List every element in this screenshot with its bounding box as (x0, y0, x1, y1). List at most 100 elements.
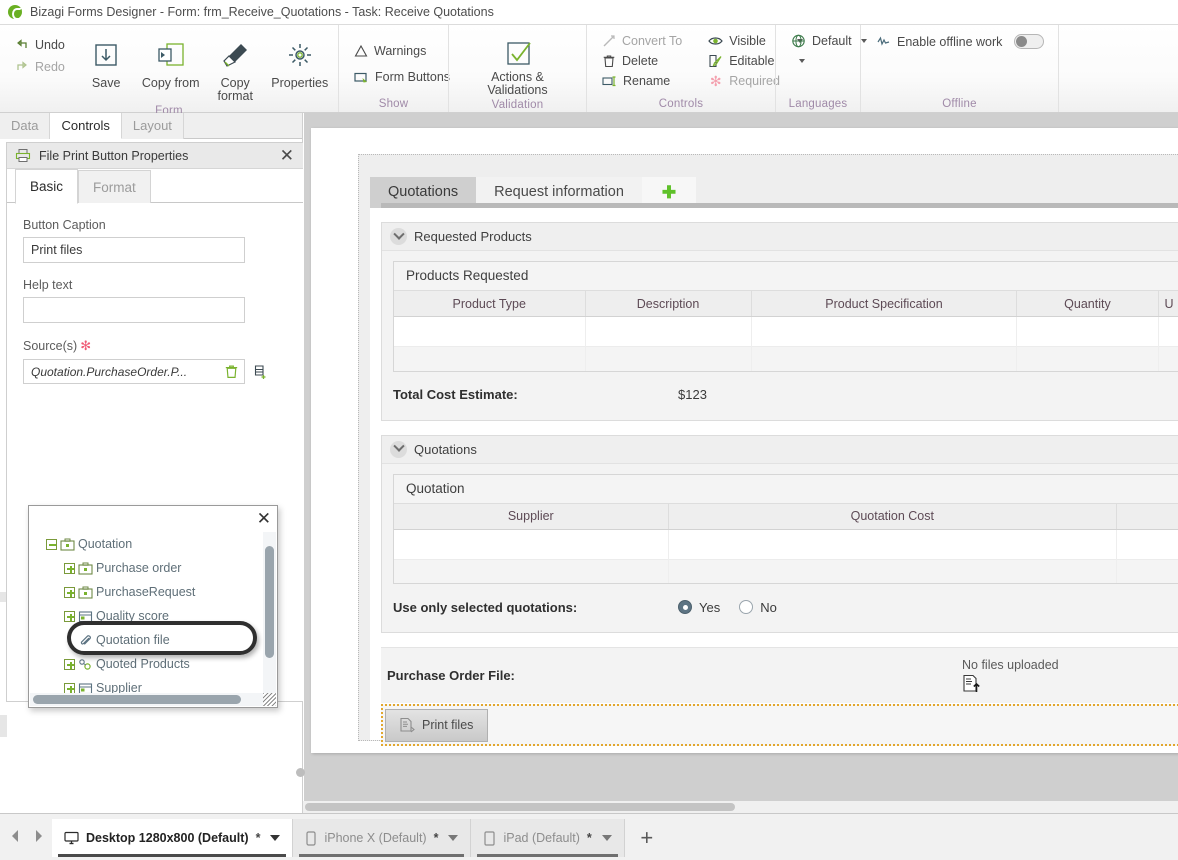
rename-button[interactable]: Rename (599, 73, 685, 89)
tree-vertical-scrollbar[interactable] (263, 532, 276, 693)
asterisk-icon: ✻ (709, 73, 722, 89)
device-tab-desktop[interactable]: Desktop 1280x800 (Default) * (52, 819, 294, 857)
chevron-down-icon[interactable] (390, 440, 407, 458)
tree-node-supplier[interactable]: Supplier (46, 676, 263, 693)
help-text-input[interactable] (23, 297, 245, 323)
checkmark-box-icon (503, 37, 533, 71)
controls-stack-1: Convert To Delete Rename (593, 29, 691, 89)
device-tab-ipad[interactable]: iPad (Default) * (471, 819, 625, 857)
print-files-button[interactable]: Print files (385, 708, 488, 742)
purchase-order-file-row: Purchase Order File: No files uploaded (381, 647, 1178, 703)
tab-controls[interactable]: Controls (50, 113, 122, 139)
total-cost-estimate-row: Total Cost Estimate: $123 (382, 377, 1178, 412)
cell (1116, 558, 1178, 583)
radio-yes[interactable] (678, 600, 692, 614)
arrow-left-icon[interactable] (6, 825, 24, 847)
add-data-icon[interactable] (252, 364, 268, 380)
cell (394, 346, 586, 371)
resize-grip-icon[interactable] (263, 693, 276, 706)
column-header-quotation-cost[interactable]: Quotation Cost (668, 502, 1118, 530)
tree-node-quoted-products[interactable]: Quoted Products (46, 652, 263, 676)
warnings-button[interactable]: Warnings (351, 43, 453, 59)
tree-popup-close-icon[interactable]: ✕ (257, 509, 271, 529)
table-header-row: Supplier Quotation Cost (394, 502, 1178, 530)
column-header-product-type[interactable]: Product Type (394, 290, 586, 317)
chevron-down-icon[interactable] (448, 835, 459, 841)
form-buttons-button[interactable]: Form Buttons (351, 69, 453, 85)
trash-icon[interactable] (224, 364, 239, 379)
canvas-horizontal-scroll-thumb[interactable] (305, 803, 735, 811)
device-tabs: Desktop 1280x800 (Default) * iPhone X (D… (52, 819, 669, 857)
expand-expander-icon[interactable] (64, 562, 75, 574)
column-header-quantity[interactable]: Quantity (1016, 290, 1159, 317)
convert-to-button[interactable]: Convert To (599, 33, 685, 49)
default-language-button[interactable]: Default (788, 33, 870, 49)
tab-layout[interactable]: Layout (121, 113, 184, 139)
section-header-quotations[interactable]: Quotations (382, 435, 1178, 464)
expand-expander-icon[interactable] (64, 586, 75, 598)
tablet-icon (484, 830, 496, 846)
device-nav-arrows (6, 825, 48, 847)
tree-node-quality-score[interactable]: Quality score (46, 604, 263, 628)
section-header-requested-products[interactable]: Requested Products (382, 223, 1178, 251)
expand-expander-icon[interactable] (64, 610, 75, 622)
tree-horizontal-scroll-thumb[interactable] (33, 695, 241, 704)
tree-node-quotation-file[interactable]: Quotation file (46, 628, 263, 652)
required-label: Required (729, 74, 780, 88)
tree-horizontal-scrollbar[interactable] (30, 693, 263, 706)
file-upload-icon[interactable] (962, 674, 981, 694)
actions-validations-button[interactable]: Actions & Validations (466, 29, 570, 97)
properties-button[interactable]: Properties (267, 29, 332, 90)
redo-button[interactable]: Redo (12, 59, 68, 75)
form-button-band[interactable]: Print files (381, 704, 1178, 746)
chevron-down-icon[interactable] (390, 228, 407, 245)
chevron-down-icon[interactable] (601, 835, 612, 841)
ribbon-group-show-label: Show (378, 98, 409, 110)
save-button[interactable]: Save (74, 29, 139, 90)
radio-no[interactable] (739, 600, 754, 614)
column-header-unit[interactable]: U (1158, 290, 1178, 317)
tree-node-quotation[interactable]: Quotation (46, 532, 263, 556)
tree-node-purchase-order[interactable]: Purchase order (46, 556, 263, 580)
offline-toggle[interactable] (1014, 34, 1045, 49)
button-caption-label: Button Caption (23, 218, 106, 232)
source-value-box[interactable]: Quotation.PurchaseOrder.P... (23, 359, 245, 384)
arrow-right-icon[interactable] (30, 825, 48, 847)
cell (751, 316, 1018, 347)
enable-offline-work-label: Enable offline work (897, 34, 1003, 49)
undo-button[interactable]: Undo (12, 37, 68, 53)
add-device-button[interactable]: + (624, 819, 669, 857)
tab-data[interactable]: Data (0, 113, 51, 139)
expand-expander-icon[interactable] (64, 682, 75, 693)
canvas-horizontal-scrollbar[interactable] (303, 801, 1178, 813)
copy-format-icon (219, 33, 251, 77)
ribbon-group-languages-label: Languages (788, 98, 848, 110)
enable-offline-work-button[interactable]: Enable offline work (873, 33, 1047, 50)
panel-splitter-handle[interactable] (296, 768, 305, 777)
column-header-product-specification[interactable]: Product Specification (751, 290, 1018, 317)
properties-label: Properties (271, 76, 329, 90)
copy-from-button[interactable]: Copy from (138, 29, 203, 90)
section-body-requested-products: Products Requested Product Type Descript… (382, 251, 1178, 420)
collapse-expander-icon[interactable] (46, 538, 57, 550)
warnings-label: Warnings (374, 44, 427, 58)
column-header-description[interactable]: Description (585, 290, 752, 317)
tab-format[interactable]: Format (78, 170, 151, 203)
expand-expander-icon[interactable] (64, 658, 75, 670)
properties-panel-close-icon[interactable]: ✕ (277, 147, 297, 164)
table-row[interactable] (394, 529, 1178, 559)
delete-button[interactable]: Delete (599, 53, 685, 69)
source-value: Quotation.PurchaseOrder.P... (31, 364, 188, 379)
table-row[interactable] (394, 316, 1178, 347)
tree-node-purchaserequest[interactable]: PurchaseRequest (46, 580, 263, 604)
copy-format-button[interactable]: Copy format (203, 29, 268, 103)
column-header-extra[interactable] (1116, 502, 1178, 530)
chevron-down-icon[interactable] (270, 835, 281, 841)
pencil-page-icon (709, 54, 722, 68)
column-header-supplier[interactable]: Supplier (394, 502, 669, 530)
tree-vertical-scroll-thumb[interactable] (265, 546, 274, 658)
tab-basic[interactable]: Basic (15, 169, 79, 204)
device-tab-iphone-x[interactable]: iPhone X (Default) * (293, 819, 472, 857)
button-caption-input[interactable] (23, 237, 245, 263)
table-header-row: Product Type Description Product Specifi… (394, 290, 1178, 317)
